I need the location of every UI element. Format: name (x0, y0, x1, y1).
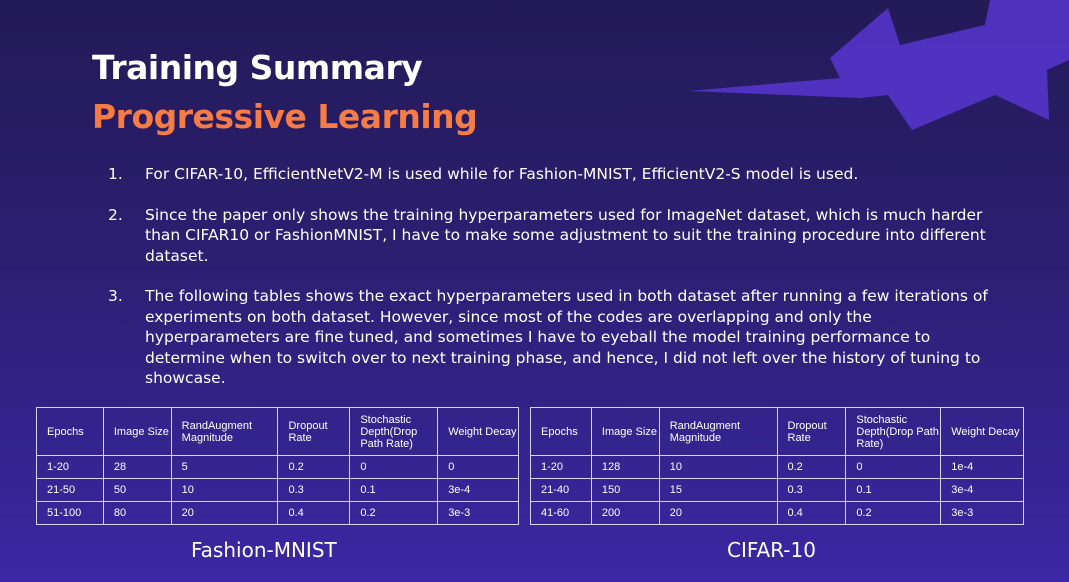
column-header: Dropout Rate (776, 407, 847, 456)
table-cell: 10 (658, 455, 778, 479)
point-number: 2. (108, 205, 123, 224)
table-cell: 10 (170, 478, 279, 502)
table-cell: 0 (845, 455, 942, 479)
table-row: 21-40 150 15 0.3 0.1 3e-4 (530, 478, 1024, 502)
column-header: Epochs (530, 407, 592, 456)
table-cell: 0.2 (845, 501, 942, 525)
table-cell: 3e-3 (437, 501, 519, 525)
summary-list: 1. For CIFAR-10, EfficientNetV2-M is use… (108, 164, 988, 409)
table-cell: 0.4 (776, 501, 847, 525)
table-cell: 20 (170, 501, 279, 525)
cifar10-table: Epochs Image Size RandAugment Magnitude … (530, 407, 1024, 525)
column-header: Image Size (590, 407, 660, 456)
summary-point: 3. The following tables shows the exact … (108, 286, 988, 389)
column-header: Weight Decay (940, 407, 1024, 456)
column-header: Stochastic Depth(Drop Path Rate) (845, 407, 942, 456)
table-cell: 0.3 (776, 478, 847, 502)
column-header: RandAugment Magnitude (170, 407, 279, 456)
table-cell: 0.3 (277, 478, 351, 502)
summary-point: 2. Since the paper only shows the traini… (108, 205, 988, 267)
point-number: 1. (108, 165, 123, 183)
table-header-row: Epochs Image Size RandAugment Magnitude … (36, 407, 519, 456)
table-cell: 50 (102, 478, 172, 502)
table-cell: 21-40 (530, 478, 592, 502)
table-cell: 0 (349, 455, 439, 479)
table-cell: 1-20 (36, 455, 104, 479)
table-cell: 3e-4 (940, 478, 1024, 502)
table-cell: 200 (590, 501, 660, 525)
column-header: Dropout Rate (277, 407, 351, 456)
table-cell: 0 (437, 455, 519, 479)
table-cell: 80 (102, 501, 172, 525)
table-cell: 0.4 (277, 501, 351, 525)
slide-title: Training Summary (92, 48, 423, 87)
slide-subtitle: Progressive Learning (92, 97, 478, 136)
table-row: 51-100 80 20 0.4 0.2 3e-3 (36, 501, 519, 525)
table-cell: 1-20 (530, 455, 592, 479)
table-cell: 51-100 (36, 501, 104, 525)
table-cell: 28 (102, 455, 172, 479)
table-cell: 15 (658, 478, 778, 502)
table-cell: 150 (590, 478, 660, 502)
table-row: 41-60 200 20 0.4 0.2 3e-3 (530, 501, 1024, 525)
column-header: Stochastic Depth(Drop Path Rate) (349, 407, 439, 456)
table-cell: 0.1 (845, 478, 942, 502)
column-header: Epochs (36, 407, 104, 456)
table-row: 1-20 128 10 0.2 0 1e-4 (530, 455, 1024, 479)
point-text: For CIFAR-10, EfficientNetV2-M is used w… (145, 165, 859, 183)
column-header: Image Size (102, 407, 172, 456)
table-cell: 3e-3 (940, 501, 1024, 525)
table-cell: 0.2 (776, 455, 847, 479)
table-header-row: Epochs Image Size RandAugment Magnitude … (530, 407, 1024, 456)
table-row: 1-20 28 5 0.2 0 0 (36, 455, 519, 479)
fashion-mnist-table: Epochs Image Size RandAugment Magnitude … (36, 407, 519, 525)
table-cell: 5 (170, 455, 279, 479)
fashion-mnist-caption: Fashion-MNIST (191, 538, 337, 562)
table-cell: 128 (590, 455, 660, 479)
table-row: 21-50 50 10 0.3 0.1 3e-4 (36, 478, 519, 502)
summary-point: 1. For CIFAR-10, EfficientNetV2-M is use… (108, 164, 988, 185)
cifar10-caption: CIFAR-10 (727, 538, 816, 562)
table-cell: 0.2 (277, 455, 351, 479)
table-cell: 0.2 (349, 501, 439, 525)
table-cell: 20 (658, 501, 778, 525)
table-cell: 41-60 (530, 501, 592, 525)
table-cell: 1e-4 (940, 455, 1024, 479)
point-text: The following tables shows the exact hyp… (145, 287, 988, 387)
point-text: Since the paper only shows the training … (145, 205, 986, 265)
table-cell: 3e-4 (437, 478, 519, 502)
table-cell: 21-50 (36, 478, 104, 502)
column-header: Weight Decay (437, 407, 519, 456)
column-header: RandAugment Magnitude (658, 407, 778, 456)
point-number: 3. (108, 287, 123, 305)
table-cell: 0.1 (349, 478, 439, 502)
